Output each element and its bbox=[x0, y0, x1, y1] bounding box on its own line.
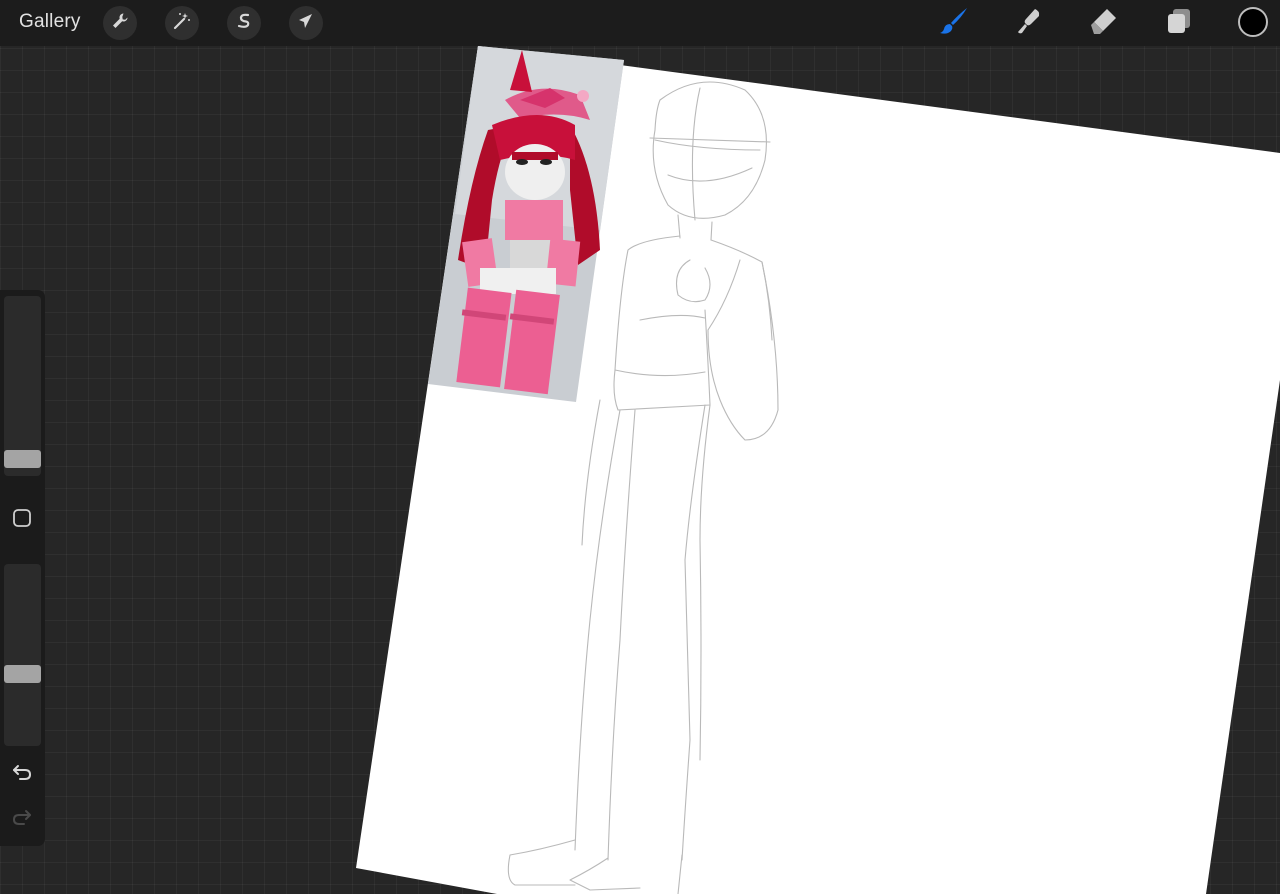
modify-button[interactable] bbox=[8, 506, 36, 534]
opacity-slider[interactable] bbox=[4, 564, 41, 746]
brush-tool-button[interactable] bbox=[938, 7, 970, 39]
procreate-workspace: Gallery bbox=[0, 0, 1280, 894]
drawing-canvas[interactable] bbox=[0, 0, 1280, 894]
transform-button[interactable] bbox=[289, 6, 323, 40]
selection-s-icon bbox=[234, 11, 254, 36]
gallery-button[interactable]: Gallery bbox=[19, 11, 81, 33]
adjustments-button[interactable] bbox=[165, 6, 199, 40]
smudge-icon bbox=[1013, 5, 1045, 42]
arrow-cursor-icon bbox=[296, 11, 316, 36]
magic-wand-icon bbox=[172, 11, 192, 36]
undo-button[interactable] bbox=[8, 760, 36, 788]
selection-button[interactable] bbox=[227, 6, 261, 40]
eraser-tool-button[interactable] bbox=[1088, 7, 1120, 39]
undo-icon bbox=[11, 761, 33, 788]
brush-size-thumb[interactable] bbox=[4, 450, 41, 468]
redo-icon bbox=[11, 806, 33, 833]
brush-icon bbox=[938, 5, 970, 42]
opacity-thumb[interactable] bbox=[4, 665, 41, 683]
actions-button[interactable] bbox=[103, 6, 137, 40]
color-picker-swatch[interactable] bbox=[1238, 7, 1268, 37]
top-toolbar: Gallery bbox=[0, 0, 1280, 46]
brush-size-slider[interactable] bbox=[4, 296, 41, 476]
wrench-icon bbox=[110, 11, 130, 36]
smudge-tool-button[interactable] bbox=[1013, 7, 1045, 39]
layers-icon bbox=[1163, 5, 1195, 42]
layers-button[interactable] bbox=[1163, 7, 1195, 39]
redo-button[interactable] bbox=[8, 805, 36, 833]
left-sidebar bbox=[0, 290, 45, 846]
square-icon bbox=[12, 508, 32, 533]
eraser-icon bbox=[1088, 5, 1120, 42]
